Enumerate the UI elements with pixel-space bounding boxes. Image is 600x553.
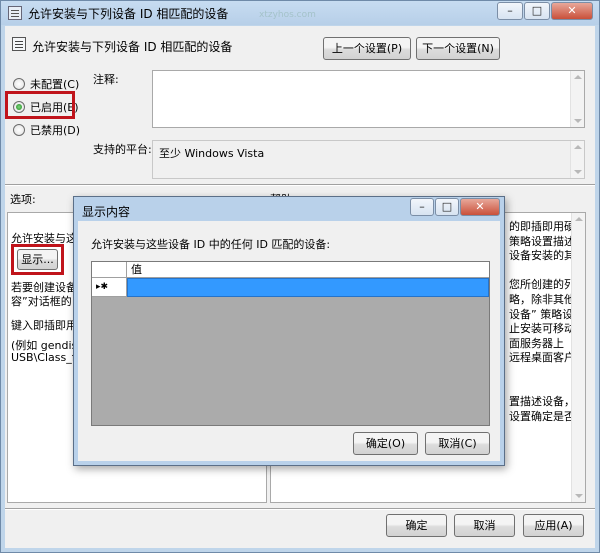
help-line: 的即插即用硬 [509, 220, 575, 233]
radio-label: 已禁用(D) [30, 124, 81, 137]
column-header-value[interactable]: 值 [127, 262, 489, 278]
comment-scrollbar[interactable] [570, 71, 584, 127]
window-title: 允许安装与下列设备 ID 相匹配的设备 [28, 7, 229, 21]
options-text: 容”对话框的 [11, 295, 72, 308]
cancel-button[interactable]: 取消 [454, 514, 515, 537]
radio-circle[interactable] [13, 124, 25, 136]
radio-label: 未配置(C) [30, 78, 80, 91]
radio-not-configured[interactable]: 未配置(C) [13, 76, 79, 92]
platform-value: 至少 Windows Vista [159, 147, 265, 160]
apply-button[interactable]: 应用(A) [523, 514, 584, 537]
values-grid[interactable]: 值 ▸✱ [91, 261, 490, 426]
help-line: 止安装可移动 [509, 322, 575, 336]
options-text: 键入即插即用 [11, 319, 77, 332]
platform-label: 支持的平台: [93, 143, 152, 156]
dialog-minimize-button[interactable]: – [410, 198, 434, 216]
help-line: 设备” 策略设 [509, 307, 574, 321]
platform-field: 至少 Windows Vista [152, 140, 585, 179]
section-divider [5, 184, 595, 185]
show-contents-dialog: 显示内容 – □ ✕ 允许安装与这些设备 ID 中的任何 ID 匹配的设备: 值… [73, 196, 505, 466]
radio-circle[interactable] [13, 78, 25, 90]
show-button-highlight-box [11, 244, 64, 275]
ok-button[interactable]: 确定 [386, 514, 447, 537]
help-line: 略，除非其他 [509, 292, 575, 306]
grid-header: 值 [92, 262, 489, 278]
help-scrollbar[interactable] [571, 213, 585, 502]
maximize-button[interactable]: □ [524, 2, 550, 20]
dialog-prompt: 允许安装与这些设备 ID 中的任何 ID 匹配的设备: [91, 238, 331, 251]
help-line [509, 366, 575, 381]
comment-field[interactable] [152, 70, 585, 128]
dialog-cancel-button[interactable]: 取消(C) [425, 432, 490, 455]
previous-setting-button[interactable]: 上一个设置(P) [323, 37, 411, 60]
help-line: 设置确定是否 [509, 409, 575, 423]
value-cell[interactable] [127, 278, 489, 297]
enabled-highlight-box [5, 91, 75, 119]
help-line [509, 381, 575, 396]
grid-row[interactable]: ▸✱ [92, 278, 489, 297]
next-setting-button[interactable]: 下一个设置(N) [416, 37, 500, 60]
caption-buttons: – □ ✕ [496, 2, 593, 20]
comment-label: 注释: [93, 73, 119, 86]
help-line [509, 264, 575, 279]
help-line: 设备安装的其 [509, 249, 575, 263]
grid-corner [92, 262, 127, 278]
help-line: 远程桌面客户 [509, 351, 575, 365]
help-line: 您所创建的列 [509, 278, 575, 292]
new-row-marker: ▸✱ [92, 278, 127, 297]
platform-scrollbar[interactable] [570, 141, 584, 178]
options-text: USB\Class_ff [11, 351, 80, 364]
dialog-close-button[interactable]: ✕ [460, 198, 500, 216]
title-bar[interactable]: 允许安装与下列设备 ID 相匹配的设备 xtzyhos.com – □ ✕ [1, 1, 599, 25]
dialog-maximize-button[interactable]: □ [435, 198, 459, 216]
close-button[interactable]: ✕ [551, 2, 593, 20]
help-line: 策略设置描述 [509, 234, 575, 248]
options-label: 选项: [10, 193, 36, 206]
setting-icon [12, 37, 26, 51]
dialog-caption-buttons: – □ ✕ [409, 198, 500, 216]
footer-divider [5, 508, 595, 509]
minimize-button[interactable]: – [497, 2, 523, 20]
dialog-ok-button[interactable]: 确定(O) [353, 432, 418, 455]
help-line: 置描述设备， [509, 395, 575, 409]
policy-setting-icon [8, 6, 22, 20]
radio-disabled[interactable]: 已禁用(D) [13, 122, 80, 138]
watermark-text: xtzyhos.com [259, 10, 316, 20]
setting-title: 允许安装与下列设备 ID 相匹配的设备 [32, 40, 233, 54]
help-line: 面服务器上 [509, 336, 564, 350]
help-text: 的即插即用硬 策略设置描述 设备安装的其 您所创建的列 略，除非其他 设备” 策略设 止安装… [509, 220, 575, 424]
dialog-client: 允许安装与这些设备 ID 中的任何 ID 匹配的设备: 值 ▸✱ 确定(O) 取… [78, 221, 500, 461]
dialog-title: 显示内容 [82, 205, 131, 219]
